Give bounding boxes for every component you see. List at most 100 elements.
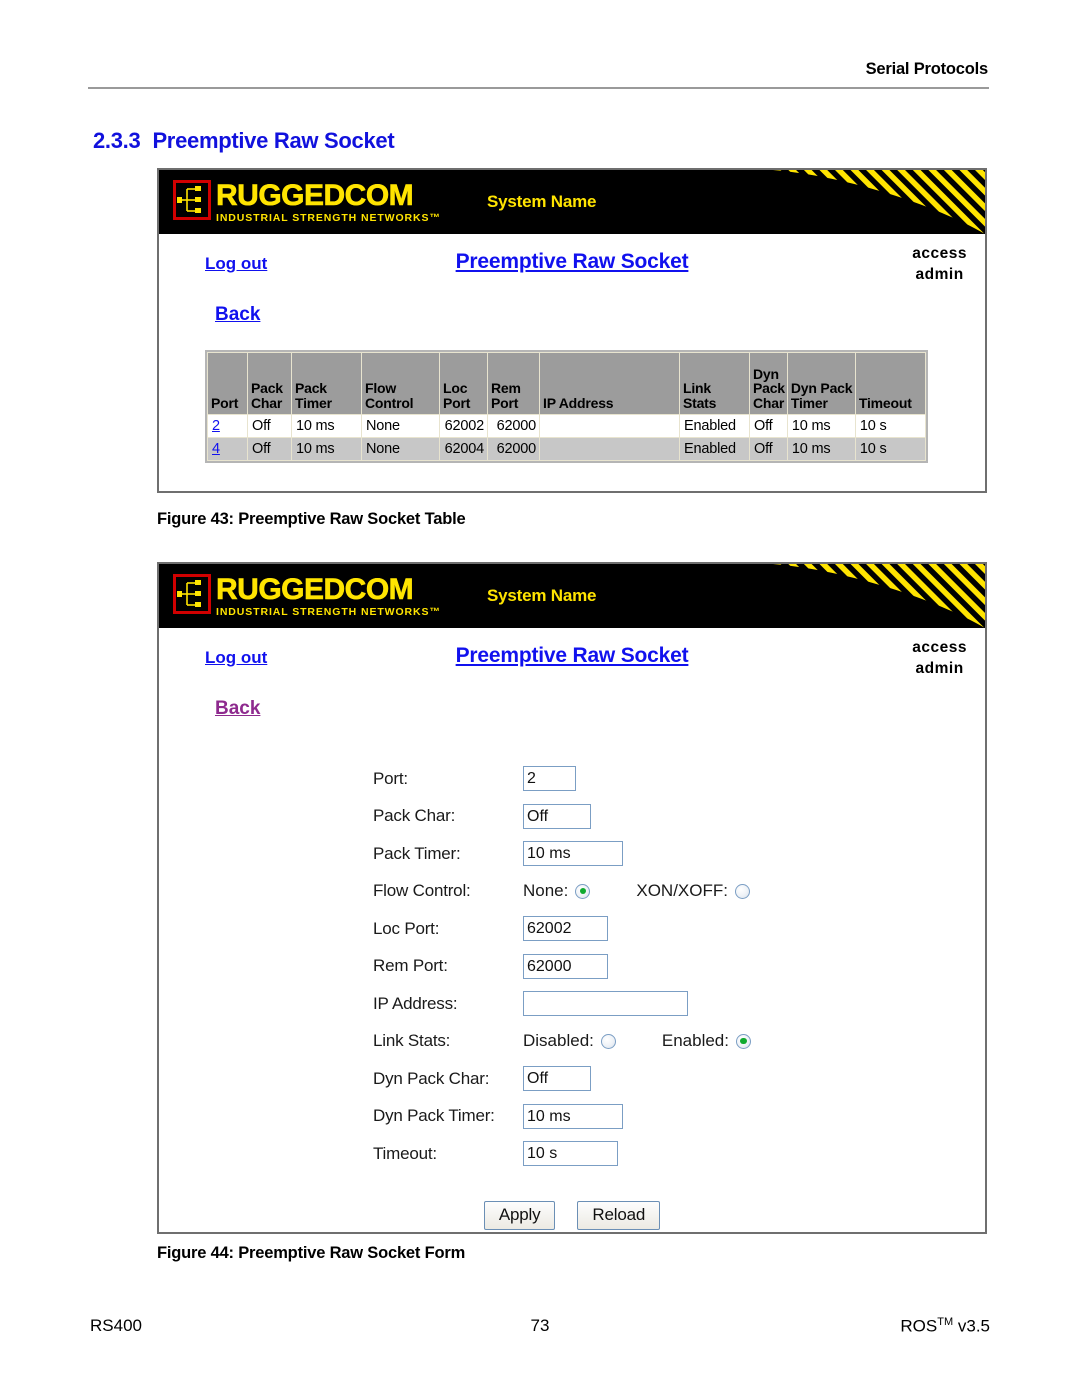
hazard-stripe-decoration — [695, 564, 985, 628]
flow-control-xonxoff-option[interactable]: XON/XOFF: — [636, 881, 750, 901]
table-row: 4 Off 10 ms None 62004 62000 Enabled Off… — [207, 437, 926, 461]
nav-row: Log out Preemptive Raw Socket access adm… — [159, 234, 985, 296]
timeout-input[interactable]: 10 s — [523, 1141, 618, 1167]
pack-timer-input[interactable]: 10 ms — [523, 841, 623, 867]
cell-link-stats: Enabled — [679, 437, 750, 461]
table-header-row: Port Pack Char Pack Timer Flow Control L… — [207, 352, 926, 415]
rem-port-input[interactable]: 62000 — [523, 953, 608, 979]
dyn-pack-char-input[interactable]: Off — [523, 1066, 591, 1092]
flow-control-radio-group: None: XON/XOFF: — [523, 881, 750, 901]
col-timeout: Timeout — [854, 352, 926, 415]
table-container: Port Pack Char Pack Timer Flow Control L… — [159, 342, 985, 468]
flow-control-none-radio[interactable] — [575, 883, 591, 899]
form-row-flow-control: Flow Control: None: XON/XOFF: — [159, 873, 985, 911]
cell-pack-timer: 10 ms — [291, 437, 362, 461]
ip-address-label: IP Address: — [373, 993, 458, 1013]
dyn-pack-timer-label: Dyn Pack Timer: — [373, 1106, 495, 1126]
app-page-title-link[interactable]: Preemptive Raw Socket — [159, 250, 985, 274]
preemptive-raw-socket-form: Port: 2 Pack Char: Off Pack Timer: 10 ms… — [159, 736, 985, 1230]
access-info: access admin — [912, 638, 967, 680]
section-number: 2.3.3 — [93, 128, 141, 153]
system-name-label: System Name — [487, 192, 597, 211]
dyn-pack-char-label: Dyn Pack Char: — [373, 1068, 490, 1088]
back-row: Back — [159, 690, 985, 736]
timeout-label: Timeout: — [373, 1143, 437, 1163]
link-stats-enabled-option[interactable]: Enabled: — [662, 1031, 751, 1051]
access-label: access — [912, 245, 967, 262]
footer-version: v3.5 — [957, 1316, 990, 1336]
form-row-loc-port: Loc Port: 62002 — [159, 910, 985, 948]
form-row-pack-timer: Pack Timer: 10 ms — [159, 835, 985, 873]
form-row-link-stats: Link Stats: Disabled: Enabled: — [159, 1023, 985, 1061]
link-stats-label: Link Stats: — [373, 1031, 451, 1051]
col-flow-control: Flow Control — [361, 352, 440, 415]
form-row-dyn-pack-char: Dyn Pack Char: Off — [159, 1060, 985, 1098]
cell-timeout: 10 s — [854, 437, 926, 461]
link-stats-disabled-option[interactable]: Disabled: — [523, 1031, 616, 1051]
col-loc-port: Loc Port — [439, 352, 488, 415]
form-row-pack-char: Pack Char: Off — [159, 798, 985, 836]
port-link[interactable]: 4 — [212, 441, 220, 457]
back-link[interactable]: Back — [215, 304, 260, 326]
cell-port: 2 — [207, 414, 248, 438]
pack-timer-label: Pack Timer: — [373, 843, 461, 863]
cell-pack-timer: 10 ms — [291, 414, 362, 438]
flow-control-label: Flow Control: — [373, 881, 471, 901]
back-row: Back — [159, 296, 985, 342]
running-head-rule — [88, 87, 989, 89]
pack-char-input[interactable]: Off — [523, 803, 591, 829]
flow-control-none-option[interactable]: None: — [523, 881, 591, 901]
document-page: Serial Protocols 2.3.3 Preemptive Raw Soc… — [0, 0, 1080, 1397]
ruggedcom-logo: RUGGEDCOM INDUSTRIAL STRENGTH NETWORKS™ — [173, 574, 441, 618]
logo-wordmark: RUGGEDCOM INDUSTRIAL STRENGTH NETWORKS™ — [216, 180, 441, 224]
back-link[interactable]: Back — [215, 698, 260, 720]
access-info: access admin — [912, 244, 967, 286]
ip-address-input[interactable] — [523, 991, 688, 1017]
form-row-rem-port: Rem Port: 62000 — [159, 948, 985, 986]
col-dyn-pack-char: Dyn Pack Char — [749, 352, 788, 415]
cell-dyn-pack-char: Off — [749, 437, 788, 461]
port-label: Port: — [373, 768, 408, 788]
form-row-port: Port: 2 — [159, 760, 985, 798]
cell-flow-control: None — [361, 414, 440, 438]
link-stats-enabled-radio[interactable] — [736, 1033, 751, 1049]
cell-timeout: 10 s — [854, 414, 926, 438]
flow-control-xonxoff-radio[interactable] — [735, 883, 750, 899]
preemptive-raw-socket-table: Port Pack Char Pack Timer Flow Control L… — [207, 352, 926, 461]
col-pack-char: Pack Char — [247, 352, 292, 415]
link-stats-disabled-label: Disabled: — [523, 1031, 594, 1051]
cell-loc-port: 62004 — [439, 437, 488, 461]
cell-link-stats: Enabled — [679, 414, 750, 438]
link-stats-enabled-label: Enabled: — [661, 1031, 729, 1051]
link-stats-radio-group: Disabled: Enabled: — [523, 1031, 751, 1051]
cell-port: 4 — [207, 437, 248, 461]
access-label: access — [912, 639, 967, 656]
dyn-pack-timer-input[interactable]: 10 ms — [523, 1103, 623, 1129]
nav-row: Log out Preemptive Raw Socket access adm… — [159, 628, 985, 690]
loc-port-label: Loc Port: — [373, 918, 440, 938]
access-user: admin — [915, 659, 964, 677]
table-row: 2 Off 10 ms None 62002 62000 Enabled Off… — [207, 414, 926, 438]
port-link[interactable]: 2 — [212, 418, 220, 434]
footer-right: ROSTM v3.5 — [900, 1316, 990, 1337]
logo-tagline: INDUSTRIAL STRENGTH NETWORKS™ — [216, 606, 441, 618]
apply-button[interactable]: Apply — [483, 1200, 556, 1230]
figure-caption-43: Figure 43: Preemptive Raw Socket Table — [157, 510, 466, 528]
cell-pack-char: Off — [247, 414, 292, 438]
port-input[interactable]: 2 — [523, 766, 576, 792]
loc-port-input[interactable]: 62002 — [523, 916, 608, 942]
app-page-title-link[interactable]: Preemptive Raw Socket — [159, 644, 985, 668]
running-head: Serial Protocols — [865, 60, 989, 78]
reload-button[interactable]: Reload — [577, 1200, 661, 1230]
cell-loc-port: 62002 — [439, 414, 488, 438]
section-title: Preemptive Raw Socket — [152, 128, 395, 153]
flow-control-none-label: None: — [523, 881, 569, 901]
form-row-dyn-pack-timer: Dyn Pack Timer: 10 ms — [159, 1098, 985, 1136]
col-ip-address: IP Address — [539, 352, 680, 415]
cell-pack-char: Off — [247, 437, 292, 461]
link-stats-disabled-radio[interactable] — [600, 1033, 616, 1049]
col-port: Port — [207, 352, 248, 415]
form-row-timeout: Timeout: 10 s — [159, 1135, 985, 1173]
access-user: admin — [915, 265, 964, 283]
cell-rem-port: 62000 — [487, 437, 540, 461]
